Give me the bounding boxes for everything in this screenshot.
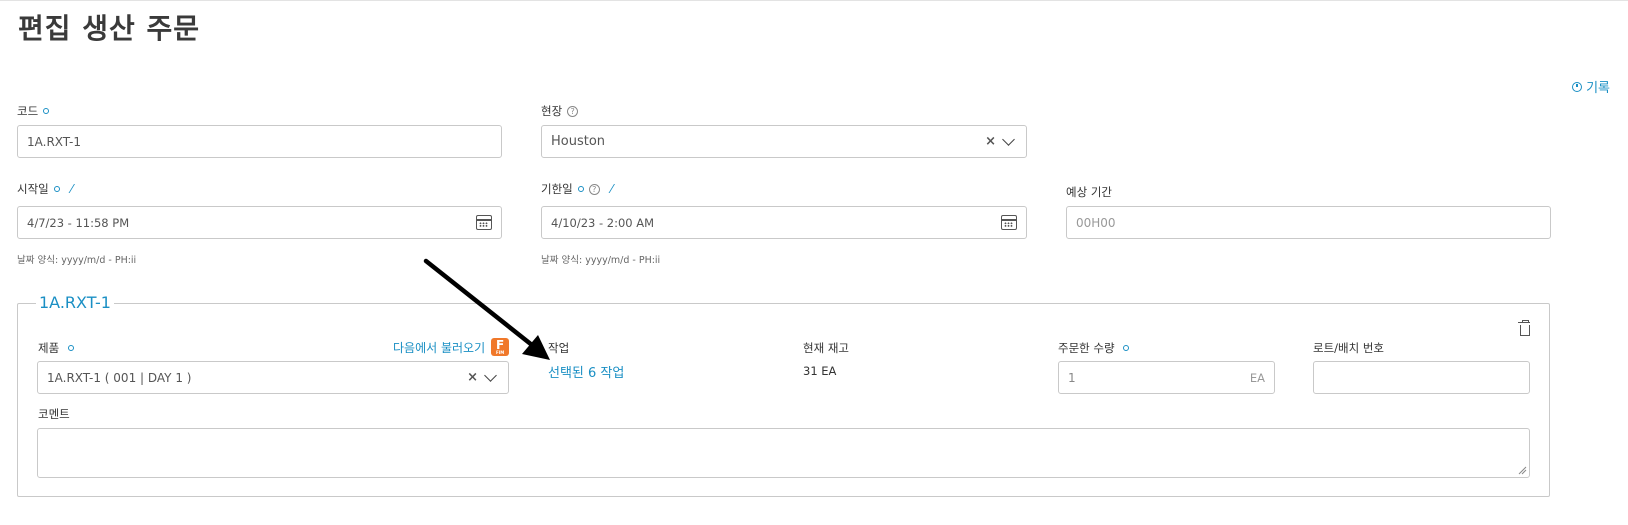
resize-handle-icon[interactable] bbox=[1518, 466, 1527, 475]
product-value: 1A.RXT-1 ( 001 | DAY 1 ) bbox=[47, 370, 192, 385]
start-date-hint: 날짜 양식: yyyy/m/d - PH:ii bbox=[17, 255, 137, 266]
code-input[interactable]: 1A.RXT-1 bbox=[17, 125, 502, 158]
calendar-icon[interactable] bbox=[476, 215, 492, 230]
start-date-label-row: 시작일 ⁄ bbox=[17, 181, 73, 197]
trash-icon[interactable] bbox=[1518, 320, 1530, 336]
clear-icon[interactable]: × bbox=[985, 134, 996, 149]
required-icon bbox=[53, 186, 60, 192]
page-title: 편집 생산 주문 bbox=[18, 12, 201, 45]
start-date-value: 4/7/23 - 11:58 PM bbox=[27, 215, 130, 230]
history-label: 기록 bbox=[1586, 81, 1610, 96]
site-value: Houston bbox=[551, 134, 606, 149]
expected-duration-placeholder: 00H00 bbox=[1076, 215, 1116, 230]
due-date-value: 4/10/23 - 2:00 AM bbox=[551, 215, 655, 230]
ordered-qty-label: 주문한 수량 bbox=[1058, 341, 1115, 355]
ordered-qty-value: 1 bbox=[1068, 370, 1076, 385]
code-label-row: 코드 bbox=[17, 103, 50, 119]
chevron-down-icon[interactable] bbox=[1002, 132, 1015, 146]
history-link[interactable]: 기록 bbox=[1572, 77, 1610, 96]
product-label-row: 제품 bbox=[38, 340, 75, 356]
required-icon bbox=[68, 345, 75, 351]
required-icon bbox=[577, 186, 584, 192]
comment-textarea[interactable] bbox=[37, 428, 1530, 478]
clock-icon bbox=[1572, 81, 1583, 92]
product-label: 제품 bbox=[38, 341, 60, 355]
calendar-icon[interactable] bbox=[1001, 215, 1017, 230]
expected-duration-label: 예상 기간 bbox=[1066, 185, 1112, 199]
ordered-qty-label-row: 주문한 수량 bbox=[1058, 340, 1129, 356]
site-select[interactable]: Houston × bbox=[541, 125, 1027, 158]
site-label: 현장 bbox=[541, 104, 563, 118]
ordered-qty-input[interactable]: 1 EA bbox=[1058, 361, 1275, 394]
magic-wand-icon[interactable]: ⁄ bbox=[611, 182, 613, 196]
help-icon[interactable]: ? bbox=[567, 105, 579, 117]
current-stock-label: 현재 재고 bbox=[803, 341, 849, 355]
lot-batch-label: 로트/배치 번호 bbox=[1313, 341, 1385, 355]
comment-label: 코멘트 bbox=[38, 407, 70, 421]
current-stock-value: 31 EA bbox=[803, 364, 837, 378]
required-icon bbox=[1122, 345, 1129, 351]
annotation-arrow bbox=[423, 258, 550, 360]
lot-batch-input[interactable] bbox=[1313, 361, 1530, 394]
start-date-label: 시작일 bbox=[17, 182, 49, 196]
start-date-input[interactable]: 4/7/23 - 11:58 PM bbox=[17, 206, 502, 239]
expected-duration-input[interactable]: 00H00 bbox=[1066, 206, 1551, 239]
code-value: 1A.RXT-1 bbox=[27, 134, 81, 149]
code-label: 코드 bbox=[17, 104, 39, 118]
help-icon[interactable]: ? bbox=[588, 183, 600, 195]
ordered-qty-unit: EA bbox=[1249, 370, 1265, 385]
due-date-label: 기한일 bbox=[541, 182, 573, 196]
site-label-row: 현장 ? bbox=[541, 103, 579, 119]
required-icon bbox=[43, 108, 50, 114]
due-date-label-row: 기한일 ? ⁄ bbox=[541, 181, 613, 197]
due-date-input[interactable]: 4/10/23 - 2:00 AM bbox=[541, 206, 1027, 239]
item-legend: 1A.RXT-1 bbox=[36, 293, 114, 312]
magic-wand-icon[interactable]: ⁄ bbox=[71, 182, 73, 196]
